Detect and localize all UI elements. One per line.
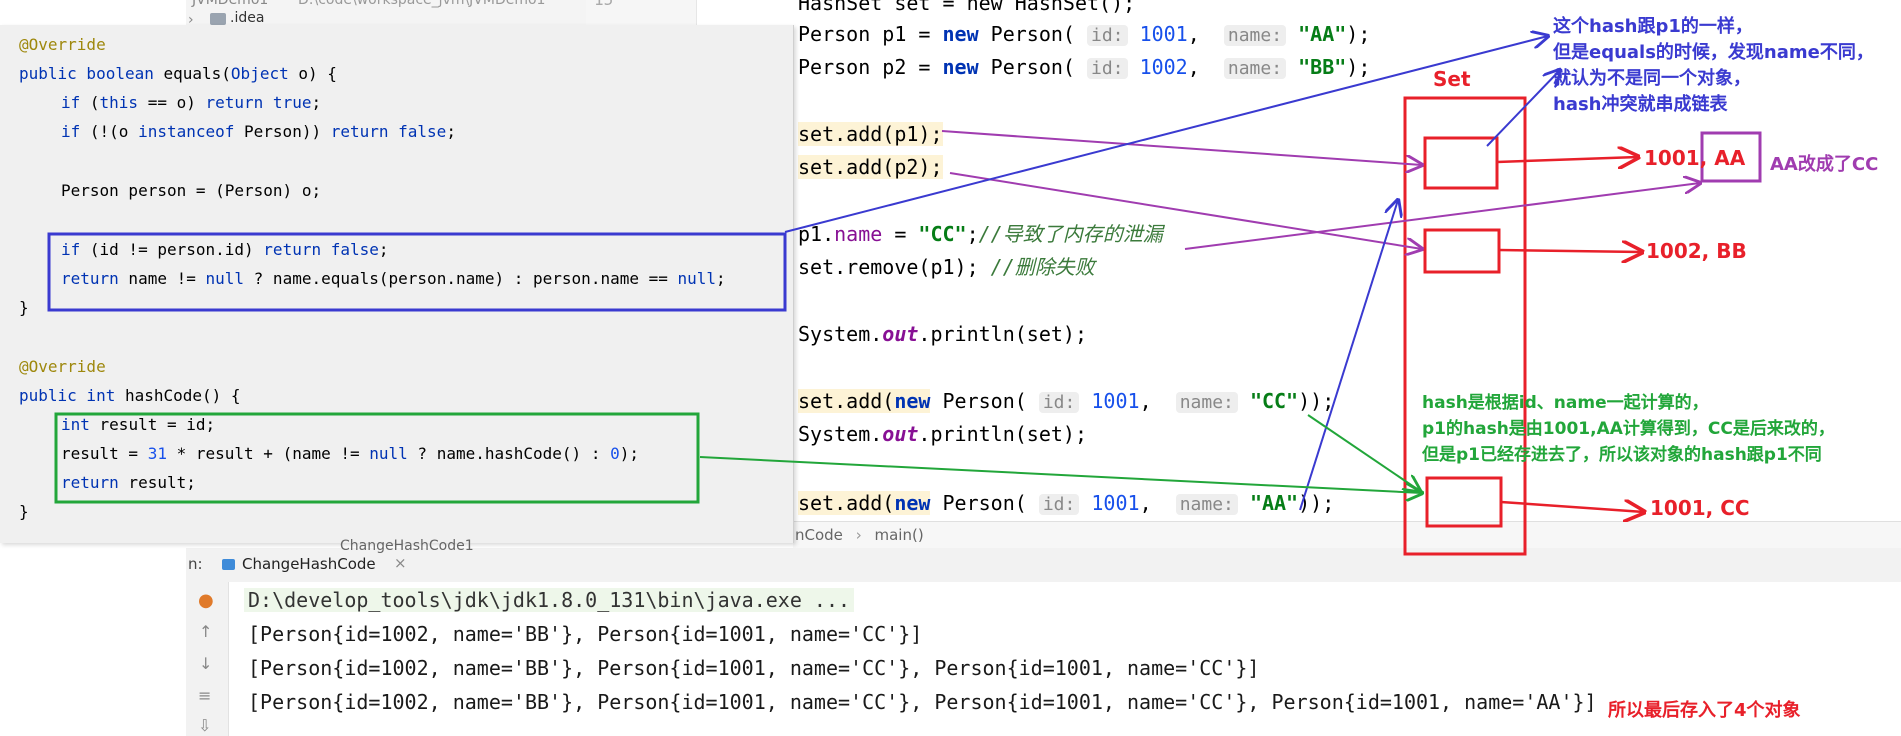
entry-1001-aa: 1001, AA	[1644, 146, 1746, 170]
arrow-add-p1	[941, 130, 1422, 165]
final-count-note: 所以最后存入了4个对象	[1608, 700, 1801, 721]
arrow-hashcode-bucket3	[699, 456, 1422, 493]
arrow-bucket1-entry	[1496, 157, 1638, 162]
set-label: Set	[1433, 67, 1471, 91]
arrow-bucket3-entry	[1500, 502, 1644, 512]
entry-1001-cc: 1001, CC	[1650, 496, 1750, 520]
arrow-add-aa-bucket	[1299, 200, 1398, 511]
hash-calc-note: hash是根据id、name一起计算的， p1的hash是由1001,AA计算得…	[1422, 393, 1835, 465]
set-container-box	[1403, 96, 1527, 556]
hash-collision-note: 这个hash跟p1的一样， 但是equals的时候，发现name不同， 就认为不…	[1553, 16, 1874, 115]
bucket-3	[1425, 476, 1503, 528]
entry-1002-bb: 1002, BB	[1646, 239, 1747, 263]
arrow-name-change	[1184, 183, 1700, 250]
equals-highlight-box	[47, 232, 787, 312]
arrow-add-cc-bucket3	[1307, 414, 1420, 491]
bucket-1	[1423, 136, 1499, 190]
aa-to-cc-note: AA改成了CC	[1770, 154, 1879, 175]
arrow-bucket2-entry	[1498, 250, 1642, 252]
bucket-2	[1423, 228, 1501, 274]
hashcode-highlight-box	[54, 412, 700, 504]
arrow-equals-note	[784, 36, 1548, 233]
arrow-add-p2	[949, 172, 1422, 249]
